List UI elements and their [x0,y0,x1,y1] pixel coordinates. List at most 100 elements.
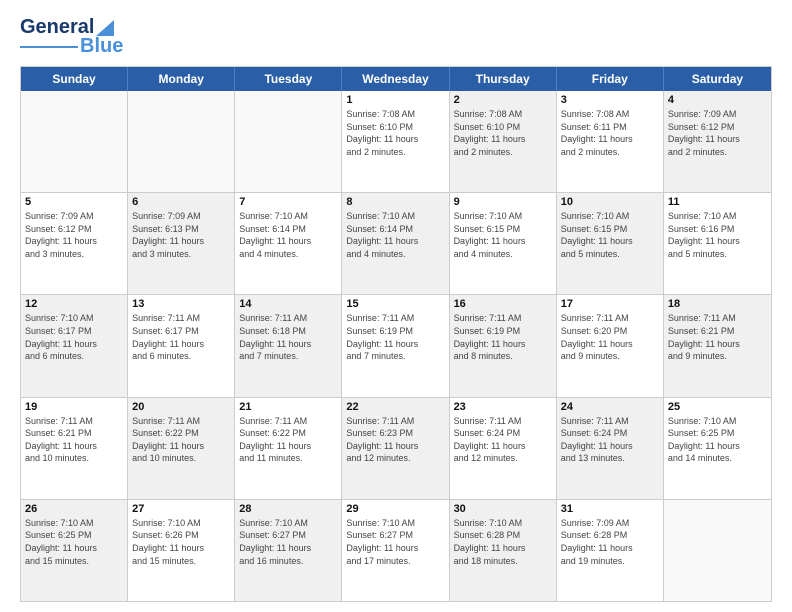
cell-info: Sunrise: 7:09 AMSunset: 6:28 PMDaylight:… [561,517,659,567]
calendar-cell-day-2: 2Sunrise: 7:08 AMSunset: 6:10 PMDaylight… [450,91,557,192]
calendar-cell-empty [664,500,771,601]
calendar-body: 1Sunrise: 7:08 AMSunset: 6:10 PMDaylight… [21,91,771,601]
cell-info-line: Daylight: 11 hours [454,133,552,146]
calendar-cell-day-20: 20Sunrise: 7:11 AMSunset: 6:22 PMDayligh… [128,398,235,499]
cell-info-line: Daylight: 11 hours [454,440,552,453]
cell-info-line: Sunset: 6:14 PM [346,223,444,236]
calendar-cell-day-4: 4Sunrise: 7:09 AMSunset: 6:12 PMDaylight… [664,91,771,192]
cell-info: Sunrise: 7:11 AMSunset: 6:21 PMDaylight:… [668,312,767,362]
calendar-cell-day-22: 22Sunrise: 7:11 AMSunset: 6:23 PMDayligh… [342,398,449,499]
cell-info-line: Daylight: 11 hours [346,440,444,453]
cell-info-line: Sunset: 6:16 PM [668,223,767,236]
cell-info-line: and 2 minutes. [561,146,659,159]
cell-info-line: Sunrise: 7:09 AM [561,517,659,530]
cell-info-line: Sunset: 6:24 PM [561,427,659,440]
cell-info: Sunrise: 7:10 AMSunset: 6:14 PMDaylight:… [346,210,444,260]
cell-info-line: Sunrise: 7:08 AM [561,108,659,121]
cell-info-line: Daylight: 11 hours [132,440,230,453]
day-number: 26 [25,503,123,515]
day-number: 19 [25,401,123,413]
cell-info-line: Sunrise: 7:10 AM [25,312,123,325]
cell-info-line: and 12 minutes. [454,452,552,465]
page: General Blue SundayMondayTuesdayWednesda… [0,0,792,612]
cell-info-line: Sunrise: 7:11 AM [561,415,659,428]
cell-info-line: and 3 minutes. [132,248,230,261]
cell-info-line: Daylight: 11 hours [132,235,230,248]
cell-info-line: Sunset: 6:19 PM [454,325,552,338]
cell-info-line: Sunrise: 7:11 AM [346,312,444,325]
cell-info-line: Sunrise: 7:11 AM [239,415,337,428]
cell-info-line: and 18 minutes. [454,555,552,568]
cell-info-line: Sunset: 6:10 PM [346,121,444,134]
cell-info-line: Daylight: 11 hours [239,338,337,351]
calendar-cell-empty [21,91,128,192]
cell-info: Sunrise: 7:09 AMSunset: 6:13 PMDaylight:… [132,210,230,260]
cell-info-line: Sunset: 6:14 PM [239,223,337,236]
calendar-cell-day-18: 18Sunrise: 7:11 AMSunset: 6:21 PMDayligh… [664,295,771,396]
header-day-friday: Friday [557,67,664,91]
cell-info-line: Sunset: 6:28 PM [561,529,659,542]
cell-info: Sunrise: 7:11 AMSunset: 6:20 PMDaylight:… [561,312,659,362]
cell-info-line: and 7 minutes. [239,350,337,363]
cell-info: Sunrise: 7:09 AMSunset: 6:12 PMDaylight:… [668,108,767,158]
cell-info-line: Sunset: 6:15 PM [561,223,659,236]
cell-info-line: Sunset: 6:17 PM [132,325,230,338]
logo: General Blue [20,16,123,58]
day-number: 3 [561,94,659,106]
day-number: 12 [25,298,123,310]
cell-info-line: and 10 minutes. [25,452,123,465]
cell-info-line: Daylight: 11 hours [454,542,552,555]
day-number: 31 [561,503,659,515]
cell-info-line: Sunset: 6:22 PM [132,427,230,440]
cell-info: Sunrise: 7:10 AMSunset: 6:26 PMDaylight:… [132,517,230,567]
cell-info-line: Daylight: 11 hours [239,542,337,555]
cell-info-line: Sunrise: 7:09 AM [668,108,767,121]
day-number: 16 [454,298,552,310]
header-day-saturday: Saturday [664,67,771,91]
cell-info-line: Sunset: 6:22 PM [239,427,337,440]
cell-info-line: and 16 minutes. [239,555,337,568]
cell-info-line: and 4 minutes. [454,248,552,261]
cell-info-line: Daylight: 11 hours [454,235,552,248]
cell-info-line: Sunrise: 7:10 AM [346,517,444,530]
cell-info-line: Daylight: 11 hours [25,440,123,453]
cell-info-line: and 2 minutes. [346,146,444,159]
cell-info-line: Daylight: 11 hours [561,133,659,146]
cell-info-line: Daylight: 11 hours [239,235,337,248]
cell-info-line: Daylight: 11 hours [25,338,123,351]
cell-info: Sunrise: 7:10 AMSunset: 6:25 PMDaylight:… [668,415,767,465]
cell-info: Sunrise: 7:10 AMSunset: 6:15 PMDaylight:… [454,210,552,260]
cell-info-line: and 5 minutes. [561,248,659,261]
header-day-thursday: Thursday [450,67,557,91]
cell-info-line: Sunset: 6:21 PM [25,427,123,440]
cell-info-line: Sunrise: 7:11 AM [132,312,230,325]
calendar-cell-day-31: 31 Sunrise: 7:09 AMSunset: 6:28 PMDayligh… [557,500,664,601]
cell-info: Sunrise: 7:10 AMSunset: 6:27 PMDaylight:… [346,517,444,567]
cell-info: Sunrise: 7:10 AMSunset: 6:25 PMDaylight:… [25,517,123,567]
cell-info-line: Sunrise: 7:10 AM [454,210,552,223]
day-number: 11 [668,196,767,208]
day-number: 1 [346,94,444,106]
calendar-row-2: 5Sunrise: 7:09 AMSunset: 6:12 PMDaylight… [21,192,771,294]
cell-info: Sunrise: 7:11 AMSunset: 6:23 PMDaylight:… [346,415,444,465]
cell-info-line: Sunrise: 7:11 AM [668,312,767,325]
cell-info: Sunrise: 7:08 AMSunset: 6:11 PMDaylight:… [561,108,659,158]
cell-info-line: and 6 minutes. [25,350,123,363]
cell-info-line: and 10 minutes. [132,452,230,465]
cell-info-line: and 6 minutes. [132,350,230,363]
cell-info-line: Daylight: 11 hours [346,338,444,351]
cell-info-line: Sunrise: 7:11 AM [25,415,123,428]
cell-info: Sunrise: 7:11 AMSunset: 6:19 PMDaylight:… [454,312,552,362]
cell-info-line: Sunset: 6:15 PM [454,223,552,236]
header-day-monday: Monday [128,67,235,91]
cell-info-line: Daylight: 11 hours [346,133,444,146]
cell-info-line: Daylight: 11 hours [346,542,444,555]
cell-info-line: Sunset: 6:13 PM [132,223,230,236]
cell-info-line: Sunrise: 7:10 AM [239,517,337,530]
calendar-row-1: 1Sunrise: 7:08 AMSunset: 6:10 PMDaylight… [21,91,771,192]
cell-info-line: and 4 minutes. [346,248,444,261]
cell-info-line: and 8 minutes. [454,350,552,363]
day-number: 13 [132,298,230,310]
calendar: SundayMondayTuesdayWednesdayThursdayFrid… [20,66,772,602]
cell-info-line: Sunset: 6:10 PM [454,121,552,134]
